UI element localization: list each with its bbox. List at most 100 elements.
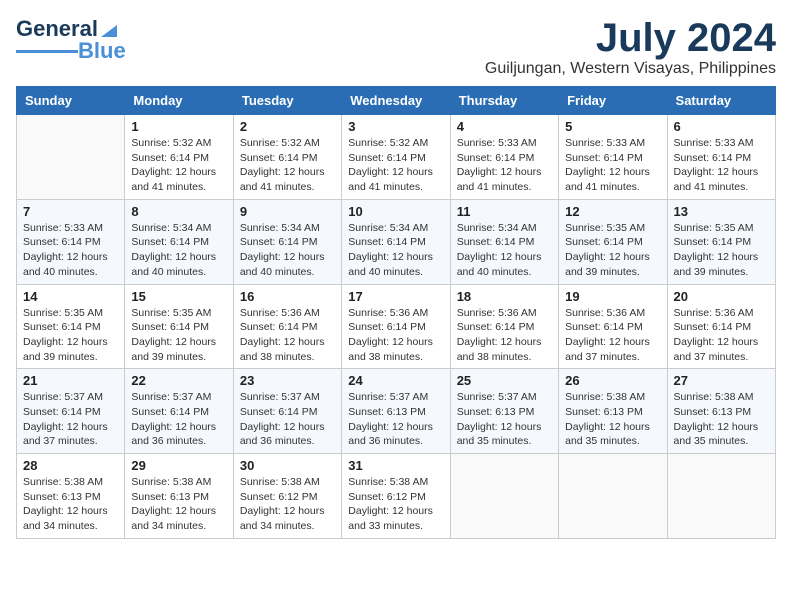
calendar-cell: 16Sunrise: 5:36 AMSunset: 6:14 PMDayligh…	[233, 284, 341, 369]
sunrise-text: Sunrise: 5:33 AM	[457, 136, 552, 151]
calendar-cell: 9 Sunrise: 5:34 AMSunset: 6:14 PMDaylight…	[233, 199, 341, 284]
day-number: 16	[240, 289, 335, 304]
sunrise-text: Sunrise: 5:36 AM	[565, 306, 660, 321]
weekday-header-row: SundayMondayTuesdayWednesdayThursdayFrid…	[17, 87, 776, 115]
sunset-text: Sunset: 6:14 PM	[565, 151, 660, 166]
sunrise-text: Sunrise: 5:37 AM	[457, 390, 552, 405]
sunset-text: Sunset: 6:14 PM	[23, 405, 118, 420]
calendar-cell: 12Sunrise: 5:35 AMSunset: 6:14 PMDayligh…	[559, 199, 667, 284]
sunset-text: Sunset: 6:14 PM	[240, 151, 335, 166]
sunset-text: Sunset: 6:14 PM	[131, 151, 226, 166]
day-number: 24	[348, 373, 443, 388]
sunrise-text: Sunrise: 5:36 AM	[674, 306, 769, 321]
day-number: 4	[457, 119, 552, 134]
sunrise-text: Sunrise: 5:38 AM	[674, 390, 769, 405]
day-number: 25	[457, 373, 552, 388]
calendar-cell: 1Sunrise: 5:32 AMSunset: 6:14 PMDaylight…	[125, 115, 233, 200]
day-info: Sunrise: 5:34 AMSunset: 6:14 PMDaylight:…	[240, 221, 335, 280]
day-number: 5	[565, 119, 660, 134]
calendar-cell: 23Sunrise: 5:37 AMSunset: 6:14 PMDayligh…	[233, 369, 341, 454]
weekday-header-friday: Friday	[559, 87, 667, 115]
sunrise-text: Sunrise: 5:36 AM	[457, 306, 552, 321]
day-number: 14	[23, 289, 118, 304]
sunset-text: Sunset: 6:14 PM	[131, 235, 226, 250]
week-row-4: 28Sunrise: 5:38 AMSunset: 6:13 PMDayligh…	[17, 454, 776, 539]
calendar-cell: 25Sunrise: 5:37 AMSunset: 6:13 PMDayligh…	[450, 369, 558, 454]
day-number: 3	[348, 119, 443, 134]
day-number: 12	[565, 204, 660, 219]
day-info: Sunrise: 5:35 AMSunset: 6:14 PMDaylight:…	[23, 306, 118, 365]
daylight-text: Daylight: 12 hours and 39 minutes.	[674, 250, 769, 279]
sunset-text: Sunset: 6:14 PM	[348, 320, 443, 335]
sunrise-text: Sunrise: 5:38 AM	[348, 475, 443, 490]
day-info: Sunrise: 5:32 AMSunset: 6:14 PMDaylight:…	[348, 136, 443, 195]
sunset-text: Sunset: 6:14 PM	[348, 151, 443, 166]
day-number: 22	[131, 373, 226, 388]
day-info: Sunrise: 5:34 AMSunset: 6:14 PMDaylight:…	[348, 221, 443, 280]
day-number: 30	[240, 458, 335, 473]
day-number: 21	[23, 373, 118, 388]
calendar-cell: 13Sunrise: 5:35 AMSunset: 6:14 PMDayligh…	[667, 199, 775, 284]
day-number: 15	[131, 289, 226, 304]
sunrise-text: Sunrise: 5:38 AM	[131, 475, 226, 490]
page-header: General Blue July 2024 Guiljungan, Weste…	[16, 16, 776, 78]
calendar-table: SundayMondayTuesdayWednesdayThursdayFrid…	[16, 86, 776, 539]
sunrise-text: Sunrise: 5:32 AM	[240, 136, 335, 151]
calendar-cell: 29Sunrise: 5:38 AMSunset: 6:13 PMDayligh…	[125, 454, 233, 539]
sunset-text: Sunset: 6:13 PM	[131, 490, 226, 505]
day-info: Sunrise: 5:36 AMSunset: 6:14 PMDaylight:…	[457, 306, 552, 365]
day-number: 18	[457, 289, 552, 304]
weekday-header-sunday: Sunday	[17, 87, 125, 115]
daylight-text: Daylight: 12 hours and 34 minutes.	[240, 504, 335, 533]
daylight-text: Daylight: 12 hours and 37 minutes.	[674, 335, 769, 364]
month-title: July 2024	[485, 16, 776, 60]
day-info: Sunrise: 5:38 AMSunset: 6:13 PMDaylight:…	[23, 475, 118, 534]
week-row-2: 14Sunrise: 5:35 AMSunset: 6:14 PMDayligh…	[17, 284, 776, 369]
daylight-text: Daylight: 12 hours and 40 minutes.	[131, 250, 226, 279]
day-number: 9	[240, 204, 335, 219]
sunset-text: Sunset: 6:14 PM	[457, 151, 552, 166]
sunset-text: Sunset: 6:14 PM	[23, 235, 118, 250]
day-info: Sunrise: 5:37 AMSunset: 6:13 PMDaylight:…	[348, 390, 443, 449]
sunrise-text: Sunrise: 5:34 AM	[457, 221, 552, 236]
calendar-cell: 28Sunrise: 5:38 AMSunset: 6:13 PMDayligh…	[17, 454, 125, 539]
sunrise-text: Sunrise: 5:34 AM	[240, 221, 335, 236]
day-info: Sunrise: 5:37 AMSunset: 6:14 PMDaylight:…	[240, 390, 335, 449]
sunrise-text: Sunrise: 5:33 AM	[565, 136, 660, 151]
logo-icon	[99, 19, 119, 39]
day-info: Sunrise: 5:33 AMSunset: 6:14 PMDaylight:…	[565, 136, 660, 195]
calendar-cell: 2 Sunrise: 5:32 AMSunset: 6:14 PMDaylight…	[233, 115, 341, 200]
day-info: Sunrise: 5:33 AMSunset: 6:14 PMDaylight:…	[457, 136, 552, 195]
sunrise-text: Sunrise: 5:33 AM	[674, 136, 769, 151]
calendar-cell: 6Sunrise: 5:33 AMSunset: 6:14 PMDaylight…	[667, 115, 775, 200]
calendar-cell: 21Sunrise: 5:37 AMSunset: 6:14 PMDayligh…	[17, 369, 125, 454]
sunset-text: Sunset: 6:13 PM	[348, 405, 443, 420]
calendar-cell: 14 Sunrise: 5:35 AMSunset: 6:14 PMDayligh…	[17, 284, 125, 369]
calendar-cell	[559, 454, 667, 539]
daylight-text: Daylight: 12 hours and 40 minutes.	[348, 250, 443, 279]
daylight-text: Daylight: 12 hours and 41 minutes.	[348, 165, 443, 194]
daylight-text: Daylight: 12 hours and 35 minutes.	[565, 420, 660, 449]
weekday-header-monday: Monday	[125, 87, 233, 115]
day-info: Sunrise: 5:32 AMSunset: 6:14 PMDaylight:…	[240, 136, 335, 195]
calendar-cell	[450, 454, 558, 539]
day-number: 2	[240, 119, 335, 134]
calendar-cell: 22Sunrise: 5:37 AMSunset: 6:14 PMDayligh…	[125, 369, 233, 454]
daylight-text: Daylight: 12 hours and 36 minutes.	[131, 420, 226, 449]
day-number: 31	[348, 458, 443, 473]
daylight-text: Daylight: 12 hours and 38 minutes.	[348, 335, 443, 364]
sunrise-text: Sunrise: 5:38 AM	[240, 475, 335, 490]
sunset-text: Sunset: 6:14 PM	[131, 405, 226, 420]
day-number: 20	[674, 289, 769, 304]
sunset-text: Sunset: 6:14 PM	[674, 235, 769, 250]
sunrise-text: Sunrise: 5:35 AM	[565, 221, 660, 236]
sunrise-text: Sunrise: 5:38 AM	[565, 390, 660, 405]
sunrise-text: Sunrise: 5:34 AM	[131, 221, 226, 236]
daylight-text: Daylight: 12 hours and 37 minutes.	[565, 335, 660, 364]
weekday-header-wednesday: Wednesday	[342, 87, 450, 115]
sunset-text: Sunset: 6:14 PM	[240, 235, 335, 250]
sunrise-text: Sunrise: 5:35 AM	[131, 306, 226, 321]
daylight-text: Daylight: 12 hours and 41 minutes.	[457, 165, 552, 194]
calendar-cell: 3 Sunrise: 5:32 AMSunset: 6:14 PMDaylight…	[342, 115, 450, 200]
location-title: Guiljungan, Western Visayas, Philippines	[485, 60, 776, 78]
